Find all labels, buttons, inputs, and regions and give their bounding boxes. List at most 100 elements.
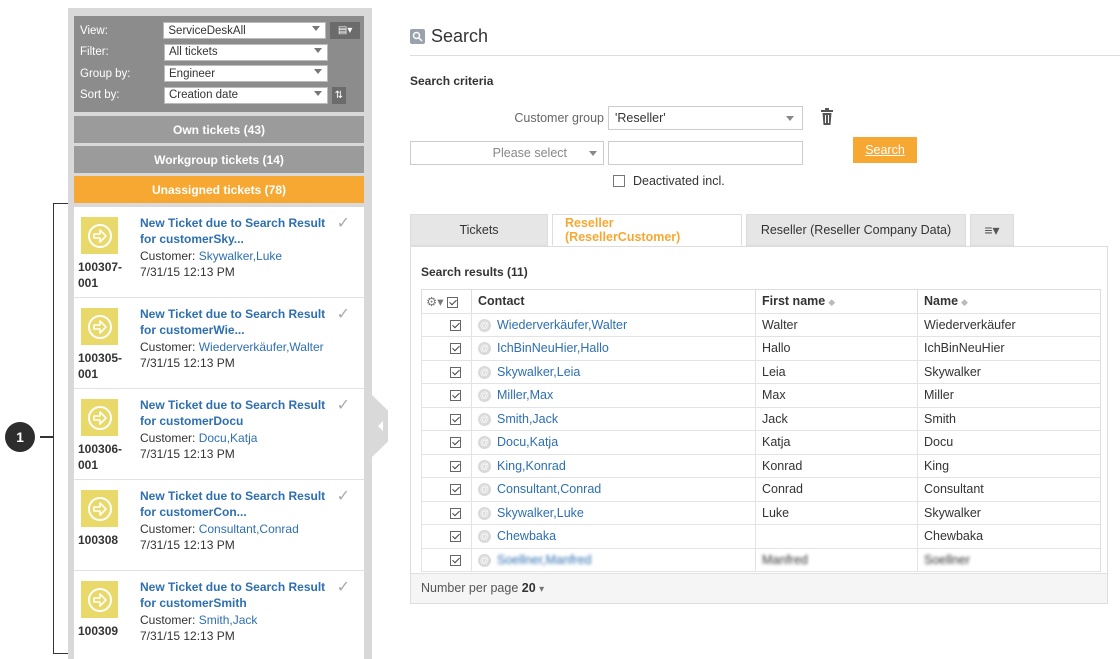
filter-select[interactable]: All tickets [164,43,328,61]
contact-link[interactable]: Consultant,Conrad [497,482,601,496]
row-checkbox[interactable] [450,437,461,449]
row-checkbox[interactable] [450,554,461,566]
row-select-cell[interactable] [421,313,472,337]
ticket-title[interactable]: New Ticket due to Search Result for cust… [140,488,330,520]
table-row[interactable]: @ King,Konrad Konrad King [421,454,1101,478]
customer-link[interactable]: Wiederverkäufer,Walter [199,340,324,354]
contact-link[interactable]: Skywalker,Luke [497,506,584,520]
trash-icon[interactable] [820,108,834,126]
criteria-field-select[interactable]: Please select [410,141,604,165]
row-checkbox[interactable] [450,343,461,355]
contact-link[interactable]: Soellner,Manfred [497,553,592,567]
name-cell: Wiederverkäufer [917,313,1101,337]
tab-reseller-company-data[interactable]: Reseller (Reseller Company Data) [746,214,966,246]
table-row[interactable]: @ Chewbaka Chewbaka [421,524,1101,549]
table-row[interactable]: @ Docu,Katja Katja Docu [421,430,1101,455]
ticket-customer: Customer: Smith,Jack [140,613,258,627]
ticket-title[interactable]: New Ticket due to Search Result for cust… [140,579,330,611]
table-row[interactable]: @ Consultant,Conrad Conrad Consultant [421,477,1101,502]
row-checkbox[interactable] [450,413,461,425]
contact-link[interactable]: Wiederverkäufer,Walter [497,318,627,332]
gear-icon[interactable]: ⚙▾ [426,295,443,309]
table-row[interactable]: @ Smith,Jack Jack Smith [421,407,1101,431]
row-checkbox[interactable] [450,319,461,331]
ticket-title[interactable]: New Ticket due to Search Result for cust… [140,397,330,429]
select-all-header[interactable]: ⚙▾ [421,289,472,314]
row-select-cell[interactable] [421,548,472,572]
ticket-title[interactable]: New Ticket due to Search Result for cust… [140,215,330,247]
sort-direction-button[interactable]: ⇅ [332,86,346,104]
deactivated-checkbox[interactable] [613,175,625,187]
table-row[interactable]: @ Wiederverkäufer,Walter Walter Wiederverkä… [421,313,1101,337]
check-icon[interactable]: ✓ [337,577,350,597]
collapse-sidebar-handle[interactable] [372,395,388,457]
own-tickets-button[interactable]: Own tickets (43) [74,116,364,143]
row-checkbox[interactable] [450,460,461,472]
tab-tickets[interactable]: Tickets [410,214,548,246]
unassigned-tickets-button[interactable]: Unassigned tickets (78) [74,176,364,203]
customer-link[interactable]: Smith,Jack [199,613,258,627]
table-row[interactable]: @ Soellner,Manfred Manfred Soellner [421,548,1101,572]
customer-link[interactable]: Consultant,Conrad [199,522,299,536]
row-checkbox[interactable] [450,484,461,496]
check-icon[interactable]: ✓ [337,213,350,233]
tab-reseller-customer[interactable]: Reseller (ResellerCustomer) [552,214,742,246]
row-checkbox[interactable] [450,366,461,378]
check-icon[interactable]: ✓ [337,304,350,324]
ticket-item[interactable]: 100309 New Ticket due to Search Result f… [74,571,364,659]
deactivated-checkbox-row[interactable]: Deactivated incl. [613,174,725,188]
row-select-cell[interactable] [421,454,472,478]
per-page-select[interactable]: 20 [522,581,536,595]
ticket-item[interactable]: 100305-001 New Ticket due to Search Resu… [74,298,364,389]
ticket-number: 100308 [78,533,119,547]
row-select-cell[interactable] [421,430,472,455]
contact-link[interactable]: Chewbaka [497,529,556,543]
criteria-value-input[interactable] [608,141,803,165]
at-icon: @ [478,436,491,450]
customer-group-select[interactable]: 'Reseller' [608,106,803,130]
customer-link[interactable]: Docu,Katja [199,431,258,445]
row-select-cell[interactable] [421,336,472,361]
contact-link[interactable]: Docu,Katja [497,435,558,449]
row-select-cell[interactable] [421,477,472,502]
contact-link[interactable]: Miller,Max [497,388,553,402]
row-checkbox[interactable] [450,507,461,519]
ticket-date: 7/31/15 12:13 PM [140,356,235,370]
ticket-sidebar: View: ServiceDeskAll ▤▾ Filter: All tick… [68,8,372,659]
workgroup-tickets-button[interactable]: Workgroup tickets (14) [74,146,364,173]
tab-menu-button[interactable]: ≡▾ [970,214,1014,246]
ticket-item[interactable]: 100308 New Ticket due to Search Result f… [74,480,364,571]
contact-link[interactable]: IchBinNeuHier,Hallo [497,341,609,355]
sort-by-select[interactable]: Creation date [164,86,328,104]
row-select-cell[interactable] [421,407,472,431]
name-cell: Chewbaka [917,524,1101,549]
column-first-name[interactable]: First name ◆ [755,289,918,314]
select-all-checkbox[interactable] [446,296,458,308]
check-icon[interactable]: ✓ [337,395,350,415]
ticket-item[interactable]: 100306-001 New Ticket due to Search Resu… [74,389,364,480]
column-contact[interactable]: Contact [471,289,756,314]
table-row[interactable]: @ Miller,Max Max Miller [421,383,1101,408]
ticket-title[interactable]: New Ticket due to Search Result for cust… [140,306,330,338]
check-icon[interactable]: ✓ [337,486,350,506]
ticket-item[interactable]: 100307-001 New Ticket due to Search Resu… [74,207,364,298]
row-checkbox[interactable] [450,390,461,402]
column-name[interactable]: Name ◆ [917,289,1101,314]
table-row[interactable]: @ Skywalker,Leia Leia Skywalker [421,360,1101,384]
chevron-down-icon[interactable]: ▾ [539,584,544,595]
row-select-cell[interactable] [421,501,472,525]
row-select-cell[interactable] [421,383,472,408]
group-by-select[interactable]: Engineer [164,65,328,83]
search-button[interactable]: Search [853,137,917,163]
contact-link[interactable]: King,Konrad [497,459,566,473]
row-checkbox[interactable] [450,531,461,543]
contact-link[interactable]: Smith,Jack [497,412,558,426]
row-select-cell[interactable] [421,524,472,549]
row-select-cell[interactable] [421,360,472,384]
table-row[interactable]: @ IchBinNeuHier,Hallo Hallo IchBinNeuHier [421,336,1101,361]
view-layout-button[interactable]: ▤▾ [330,22,360,40]
view-select[interactable]: ServiceDeskAll [163,22,327,40]
customer-link[interactable]: Skywalker,Luke [199,249,282,263]
contact-link[interactable]: Skywalker,Leia [497,365,580,379]
table-row[interactable]: @ Skywalker,Luke Luke Skywalker [421,501,1101,525]
